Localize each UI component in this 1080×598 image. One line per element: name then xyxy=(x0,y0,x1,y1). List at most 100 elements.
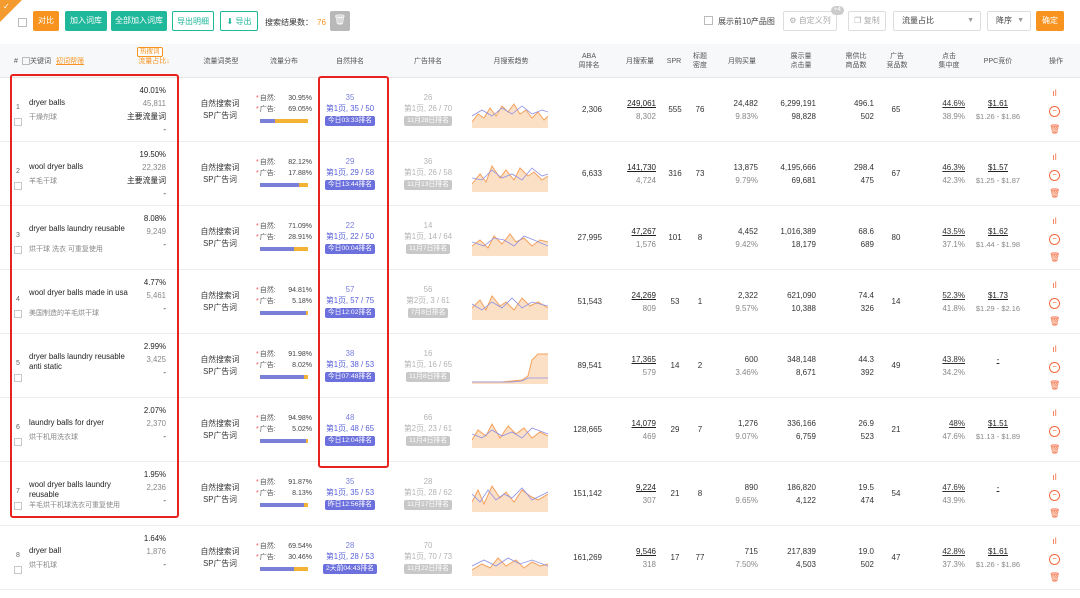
natural-rank-cell[interactable]: 29 第1页, 29 / 58 今日13:44排名 xyxy=(320,156,380,190)
table-row[interactable]: 4 wool dryer balls made in usa 美国制造的羊毛烘干… xyxy=(0,270,1080,334)
row-checkbox[interactable] xyxy=(14,310,22,318)
row-checkbox[interactable] xyxy=(14,502,22,510)
monthly-search-volume[interactable]: 9,546 xyxy=(616,545,656,558)
ad-rank-cell[interactable]: 70 第1页, 70 / 73 11月22日排名 xyxy=(398,540,458,574)
search-trend-sparkline[interactable] xyxy=(472,476,548,512)
trash-icon[interactable]: 🗑 xyxy=(1049,508,1060,519)
ppc-bid[interactable]: $1.73 xyxy=(968,289,1028,302)
select-all-checkbox[interactable] xyxy=(18,18,27,27)
row-checkbox[interactable] xyxy=(14,246,22,254)
remove-icon[interactable]: − xyxy=(1049,298,1060,309)
ad-rank-cell[interactable]: 36 第1页, 26 / 58 11月13日排名 xyxy=(398,156,458,190)
natural-rank-cell[interactable]: 35 第1页, 35 / 53 昨日12:56排名 xyxy=(320,476,380,510)
bar-chart-icon[interactable]: ıl xyxy=(1049,152,1060,163)
ppc-bid[interactable]: - xyxy=(968,353,1028,366)
natural-rank-cell[interactable]: 57 第1页, 57 / 75 今日12:02排名 xyxy=(320,284,380,318)
ad-rank-cell[interactable]: 14 第1页, 14 / 64 11月7日排名 xyxy=(398,220,458,254)
natural-rank-cell[interactable]: 22 第1页, 22 / 50 今日00:04排名 xyxy=(320,220,380,254)
bar-chart-icon[interactable]: ıl xyxy=(1049,88,1060,99)
natural-rank-cell[interactable]: 35 第1页, 35 / 50 今日03:33排名 xyxy=(320,92,380,126)
trash-icon[interactable]: 🗑 xyxy=(1049,124,1060,135)
table-row[interactable]: 3 dryer balls laundry reusable 烘干球 洗衣 可重… xyxy=(0,206,1080,270)
natural-rank-cell[interactable]: 28 第1页, 28 / 53 2天前04:43排名 xyxy=(320,540,380,574)
bar-chart-icon[interactable]: ıl xyxy=(1049,280,1060,291)
table-row[interactable]: 5 dryer balls laundry reusable anti stat… xyxy=(0,334,1080,398)
remove-icon[interactable]: − xyxy=(1049,170,1060,181)
search-trend-sparkline[interactable] xyxy=(472,348,548,384)
ad-rank-cell[interactable]: 26 第1页, 26 / 70 11月28日排名 xyxy=(398,92,458,126)
remove-icon[interactable]: − xyxy=(1049,554,1060,565)
search-trend-sparkline[interactable] xyxy=(472,540,548,576)
show-top10-toggle[interactable]: 展示前10产品图 xyxy=(704,16,775,27)
bar-chart-icon[interactable]: ıl xyxy=(1049,536,1060,547)
export-detail-button[interactable]: 导出明细 xyxy=(172,11,214,31)
bar-chart-icon[interactable]: ıl xyxy=(1049,344,1060,355)
monthly-search-volume[interactable]: 141,730 xyxy=(616,161,656,174)
row-checkbox[interactable] xyxy=(14,374,22,382)
remove-icon[interactable]: − xyxy=(1049,426,1060,437)
monthly-search-volume[interactable]: 9,224 xyxy=(616,481,656,494)
row-checkbox[interactable] xyxy=(14,182,22,190)
table-row[interactable]: 2 wool dryer balls 羊毛干球 19.50% 22,328 主要… xyxy=(0,142,1080,206)
add-to-lib-button[interactable]: 加入词库 xyxy=(65,11,107,31)
row-checkbox[interactable] xyxy=(14,118,22,126)
trash-icon[interactable]: 🗑 xyxy=(1049,252,1060,263)
trash-icon[interactable]: 🗑 xyxy=(1049,188,1060,199)
bar-chart-icon[interactable]: ıl xyxy=(1049,216,1060,227)
remove-icon[interactable]: − xyxy=(1049,234,1060,245)
search-trend-sparkline[interactable] xyxy=(472,412,548,448)
sort-order-select[interactable]: 降序 ▼ xyxy=(987,11,1031,31)
remove-icon[interactable]: − xyxy=(1049,490,1060,501)
monthly-search-volume[interactable]: 249,061 xyxy=(616,97,656,110)
natural-rank-cell[interactable]: 48 第1页, 48 / 65 今日12:04排名 xyxy=(320,412,380,446)
header-checkbox[interactable] xyxy=(22,57,30,65)
ad-rank-value: 36 xyxy=(423,157,433,166)
search-trend-sparkline[interactable] xyxy=(472,284,548,320)
search-trend-sparkline[interactable] xyxy=(472,220,548,256)
search-trend-sparkline[interactable] xyxy=(472,156,548,192)
compare-button[interactable]: 对比 xyxy=(33,11,59,31)
ad-rank-position: 第1页, 70 / 73 xyxy=(403,552,453,561)
monthly-search-volume[interactable]: 24,269 xyxy=(616,289,656,302)
header-share[interactable]: 流量占比↓ xyxy=(134,57,174,66)
remove-icon[interactable]: − xyxy=(1049,106,1060,117)
trash-icon[interactable]: 🗑 xyxy=(1049,444,1060,455)
delete-button[interactable]: 🗑 xyxy=(330,11,350,31)
monthly-search-volume[interactable]: 14,079 xyxy=(616,417,656,430)
ppc-bid[interactable]: $1.61 xyxy=(968,545,1028,558)
ppc-bid[interactable]: $1.57 xyxy=(968,161,1028,174)
ppc-bid[interactable]: - xyxy=(968,481,1028,494)
table-row[interactable]: 1 dryer balls 干燥剂球 40.01% 45,811 主要流量词 -… xyxy=(0,78,1080,142)
monthly-search-volume[interactable]: 47,267 xyxy=(616,225,656,238)
ppc-bid[interactable]: $1.51 xyxy=(968,417,1028,430)
export-button[interactable]: ⬇ 导出 xyxy=(220,11,258,31)
trash-icon[interactable]: 🗑 xyxy=(1049,380,1060,391)
ppc-bid[interactable]: $1.62 xyxy=(968,225,1028,238)
bar-chart-icon[interactable]: ıl xyxy=(1049,472,1060,483)
add-all-to-lib-button[interactable]: 全部加入词库 xyxy=(111,11,167,31)
click-count: 4,503 xyxy=(795,560,816,569)
row-checkbox[interactable] xyxy=(14,566,22,574)
table-row[interactable]: 8 dryer ball 烘干机球 1.64% 1,876 - 自然搜索词 SP… xyxy=(0,526,1080,590)
ad-rank-cell[interactable]: 16 第1页, 16 / 65 11月8日排名 xyxy=(398,348,458,382)
trash-icon[interactable]: 🗑 xyxy=(1049,316,1060,327)
monthly-search-volume[interactable]: 17,365 xyxy=(616,353,656,366)
ad-rank-cell[interactable]: 28 第1页, 28 / 62 11月17日排名 xyxy=(398,476,458,510)
table-row[interactable]: 6 laundry balls for dryer 烘干机用洗衣球 2.07% … xyxy=(0,398,1080,462)
sort-field-select[interactable]: 流量占比 ▼ xyxy=(893,11,981,31)
confirm-button[interactable]: 确定 xyxy=(1036,11,1064,31)
copy-button[interactable]: ❐ 复制 xyxy=(848,11,886,31)
keyword-filter-link[interactable]: 初词帮筛 xyxy=(56,58,84,65)
remove-icon[interactable]: − xyxy=(1049,362,1060,373)
ad-rank-cell[interactable]: 56 第2页, 3 / 61 7月8日排名 xyxy=(398,284,458,318)
trash-icon[interactable]: 🗑 xyxy=(1049,572,1060,583)
ppc-bid[interactable]: $1.61 xyxy=(968,97,1028,110)
ad-rank-cell[interactable]: 66 第2页, 23 / 61 11月4日排名 xyxy=(398,412,458,446)
row-checkbox[interactable] xyxy=(14,438,22,446)
show-top10-checkbox[interactable] xyxy=(704,16,713,25)
custom-columns-button[interactable]: ⚙ 自定义列 xyxy=(783,11,837,31)
search-trend-sparkline[interactable] xyxy=(472,92,548,128)
bar-chart-icon[interactable]: ıl xyxy=(1049,408,1060,419)
natural-rank-cell[interactable]: 38 第1页, 38 / 53 今日07:48排名 xyxy=(320,348,380,382)
table-row[interactable]: 7 wool dryer balls laundry reusable 羊毛烘干… xyxy=(0,462,1080,526)
